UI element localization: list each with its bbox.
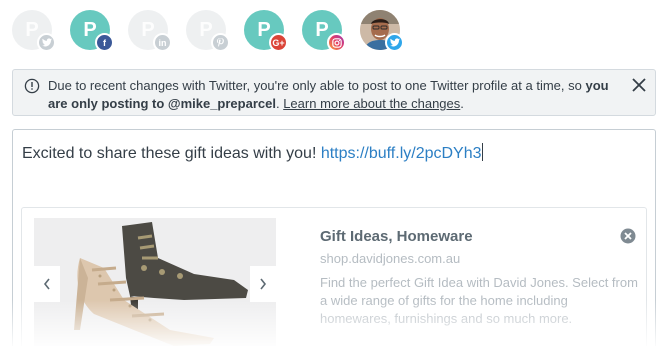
remove-preview-icon[interactable] — [620, 228, 636, 244]
profile-selector: P P f P in P P G+ P — [12, 10, 412, 54]
twitter-limit-notice: Due to recent changes with Twitter, you'… — [12, 69, 656, 116]
google-plus-icon: G+ — [269, 33, 288, 52]
profile-google-plus[interactable]: P G+ — [244, 10, 288, 52]
preview-thumbnail — [34, 218, 276, 346]
profile-facebook[interactable]: P f — [70, 10, 114, 52]
notice-message: Due to recent changes with Twitter, you'… — [48, 77, 628, 113]
linkedin-icon: in — [153, 33, 172, 52]
info-icon — [24, 78, 40, 94]
profile-twitter-unselected[interactable]: P — [12, 10, 56, 52]
profile-twitter-selected[interactable] — [360, 10, 404, 52]
shortened-link[interactable]: https://buff.ly/2pcDYh3 — [321, 145, 482, 162]
previous-image-button[interactable] — [34, 266, 60, 302]
facebook-icon: f — [95, 33, 114, 52]
composer-textarea[interactable]: Excited to share these gift ideas with y… — [22, 143, 483, 164]
notice-text-end: . — [460, 96, 464, 111]
notice-text: Due to recent changes with Twitter, you'… — [48, 78, 586, 93]
twitter-icon — [37, 33, 56, 52]
composer-text: Excited to share these gift ideas with y… — [22, 145, 321, 162]
close-icon[interactable] — [631, 77, 647, 93]
profile-pinterest-unselected[interactable]: P — [186, 10, 230, 52]
pinterest-icon — [211, 33, 230, 52]
shoe-image — [34, 218, 276, 346]
profile-instagram[interactable]: P — [302, 10, 346, 52]
text-caret — [481, 143, 483, 161]
preview-domain: shop.davidjones.com.au — [320, 251, 461, 266]
learn-more-link[interactable]: Learn more about the changes — [283, 96, 460, 111]
post-composer[interactable]: Excited to share these gift ideas with y… — [12, 129, 656, 346]
twitter-icon — [385, 33, 404, 52]
preview-description[interactable]: Find the perfect Gift Idea with David Jo… — [320, 274, 640, 328]
link-preview-card: Gift Ideas, Homeware shop.davidjones.com… — [21, 207, 647, 346]
preview-title[interactable]: Gift Ideas, Homeware — [320, 228, 473, 245]
instagram-icon — [327, 33, 346, 52]
profile-linkedin-unselected[interactable]: P in — [128, 10, 172, 52]
next-image-button[interactable] — [250, 266, 276, 302]
